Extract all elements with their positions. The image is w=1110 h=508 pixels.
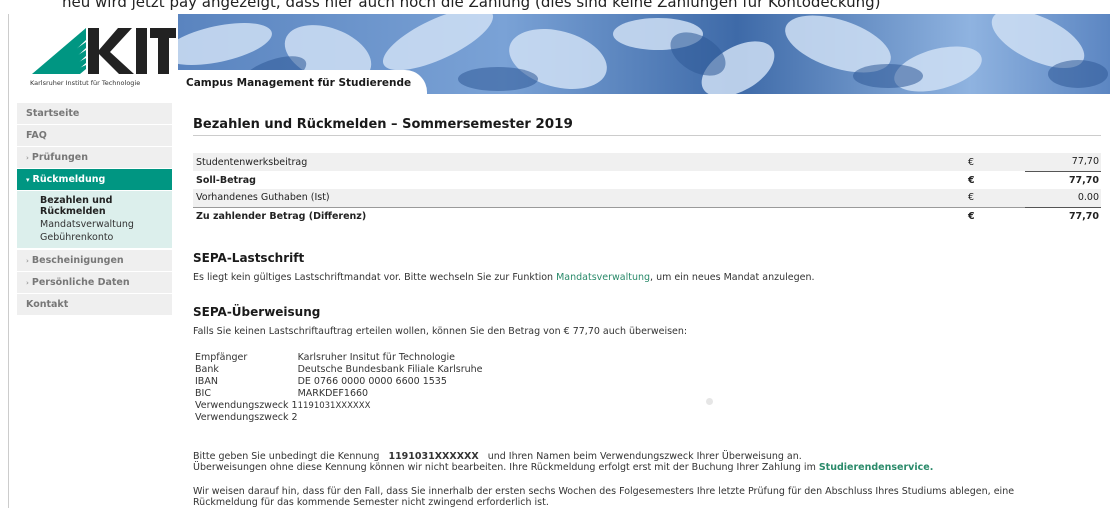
table-row: Verwendungszweck 1 1191031XXXXXX xyxy=(195,400,483,412)
text-segment: , um ein neues Mandat anzulegen. xyxy=(650,272,815,283)
sidebar-item-label: Bescheinigungen xyxy=(31,255,124,266)
sidebar-item-rueckmeldung[interactable]: ▾ Rückmeldung xyxy=(17,169,172,191)
page-title: Bezahlen und Rückmelden – Sommersemester… xyxy=(193,112,1101,136)
table-row: BIC MARKDEF1660 xyxy=(195,388,483,400)
subnav-item-mandatsverwaltung[interactable]: Mandatsverwaltung xyxy=(17,219,172,230)
sepa-ueberweisung-intro: Falls Sie keinen Lastschriftauftrag erte… xyxy=(193,326,688,337)
hinweis-line-1: Wir weisen darauf hin, dass für den Fall… xyxy=(193,486,1015,497)
fee-currency: € xyxy=(968,174,975,186)
bank-value: Karlsruher Insitut für Technologie xyxy=(297,352,455,363)
sidebar-nav: Startseite FAQ › Prüfungen ▾ Rückmeldung B… xyxy=(17,103,172,316)
table-row: Bank Deutsche Bundesbank Filiale Karlsruh… xyxy=(195,364,483,376)
bank-value: Deutsche Bundesbank Filiale Karlsruhe xyxy=(297,364,483,375)
cropped-top-text: neu wird jetzt pay angezeigt, dass hier … xyxy=(0,0,1110,14)
sepa-lastschrift-heading: SEPA-Lastschrift xyxy=(193,251,305,265)
sidebar-item-label: Kontakt xyxy=(26,299,69,310)
kennung-code: 1191031XXXXXX xyxy=(388,451,479,462)
bank-value xyxy=(298,412,483,424)
sidebar-item-label: Rückmeldung xyxy=(32,174,106,185)
banner-tab-title: Campus Management für Studierende xyxy=(178,70,428,94)
sidebar-item-kontakt[interactable]: Kontakt xyxy=(17,294,172,316)
kennung-note: Bitte geben Sie unbedingt die Kennung 11… xyxy=(193,451,802,462)
table-row: Vorhandenes Guthaben (Ist) € 0.00 xyxy=(193,189,1101,208)
fee-currency: € xyxy=(965,206,1025,225)
page-title-year: 2019 xyxy=(535,116,573,132)
bank-details-table: Empfänger Karlsruher Insitut für Technolo… xyxy=(195,352,483,424)
text-segment: Es liegt kein gültiges Lastschriftmandat… xyxy=(193,272,557,283)
sidebar-subnav: Bezahlen und Rückmelden Mandatsverwaltun… xyxy=(17,191,172,248)
fee-amount: 77,70 xyxy=(1025,153,1101,172)
chevron-right-icon: › xyxy=(26,154,29,162)
mandatsverwaltung-link[interactable]: Mandatsverwaltung xyxy=(556,272,650,283)
page-left-border xyxy=(8,14,9,508)
cropped-text: neu wird jetzt pay angezeigt, dass hier … xyxy=(62,0,881,11)
bank-key: Verwendungszweck 1 xyxy=(195,400,298,411)
sepa-ueberweisung-heading: SEPA-Überweisung xyxy=(193,305,321,319)
sidebar-item-bescheinigungen[interactable]: › Bescheinigungen xyxy=(17,250,172,272)
fee-table: Studentenwerksbeitrag € 77,70 Soll-Betra… xyxy=(193,153,1101,225)
chevron-right-icon: › xyxy=(26,279,29,287)
page-title-text: Bezahlen und Rückmelden – Sommersemester xyxy=(193,117,531,132)
bank-key: Bank xyxy=(195,364,219,375)
hinweis-line-2: Rückmeldung für das kommende Semester ni… xyxy=(193,497,549,508)
fee-currency: € xyxy=(965,189,1025,207)
bank-key: BIC xyxy=(195,388,211,399)
table-row: Studentenwerksbeitrag € 77,70 xyxy=(193,153,1101,172)
sidebar-item-pruefungen[interactable]: › Prüfungen xyxy=(17,147,172,169)
fee-amount: 0.00 xyxy=(1025,189,1101,208)
fee-label: Studentenwerksbeitrag xyxy=(193,153,965,171)
table-row: Empfänger Karlsruher Insitut für Technolo… xyxy=(195,352,483,364)
kennung-note-2: Überweisungen ohne diese Kennung können … xyxy=(193,462,933,473)
bank-value: 1191031XXXXXX xyxy=(297,401,371,411)
fee-amount: 77,70 xyxy=(1068,174,1099,186)
sidebar-item-label: Prüfungen xyxy=(31,152,88,163)
sidebar-item-label: FAQ xyxy=(26,130,47,141)
subnav-item-gebuehrenkonto[interactable]: Gebührenkonto xyxy=(17,232,172,243)
sidebar-item-persoenliche-daten[interactable]: › Persönliche Daten xyxy=(17,272,172,294)
subnav-item-bezahlen[interactable]: Bezahlen und Rückmelden xyxy=(17,195,117,217)
text-segment: und Ihren Namen beim Verwendungszweck Ih… xyxy=(484,451,802,462)
sidebar-item-label: Startseite xyxy=(26,108,80,119)
text-segment: Überweisungen ohne diese Kennung können … xyxy=(193,462,819,473)
cursor-artifact xyxy=(706,398,713,405)
sidebar-item-startseite[interactable]: Startseite xyxy=(17,103,172,125)
fee-label: Vorhandenes Guthaben (Ist) xyxy=(193,189,965,207)
logo-subtitle: Karlsruher Institut für Technologie xyxy=(30,79,141,87)
table-row: Zu zahlender Betrag (Differenz) € 77,70 xyxy=(193,206,1101,225)
sidebar-item-faq[interactable]: FAQ xyxy=(17,125,172,147)
table-row: Soll-Betrag € 77,70 xyxy=(193,171,1101,189)
text-segment: Bitte geben Sie unbedingt die Kennung xyxy=(193,451,383,462)
sidebar-item-label: Persönliche Daten xyxy=(31,277,130,288)
bank-key: Verwendungszweck 2 xyxy=(195,412,298,423)
bank-key: Empfänger xyxy=(195,352,248,363)
bank-key: IBAN xyxy=(195,376,218,387)
chevron-right-icon: › xyxy=(26,257,29,265)
sepa-lastschrift-text: Es liegt kein gültiges Lastschriftmandat… xyxy=(193,272,815,283)
fee-amount: 77,70 xyxy=(1025,206,1101,225)
chevron-down-icon: ▾ xyxy=(26,176,30,184)
fee-label: Zu zahlender Betrag (Differenz) xyxy=(193,206,965,225)
bank-value: MARKDEF1660 xyxy=(297,388,369,399)
fee-label: Soll-Betrag xyxy=(196,174,256,186)
table-row: Verwendungszweck 2 xyxy=(195,412,483,424)
studierendenservice-link[interactable]: Studierendenservice. xyxy=(819,462,933,473)
main-content: Bezahlen und Rückmelden – Sommersemester… xyxy=(193,112,1101,508)
table-row: IBAN DE 0766 0000 0000 6600 1535 xyxy=(195,376,483,388)
fee-currency: € xyxy=(965,153,1025,171)
bank-value: DE 0766 0000 0000 6600 1535 xyxy=(297,376,447,387)
